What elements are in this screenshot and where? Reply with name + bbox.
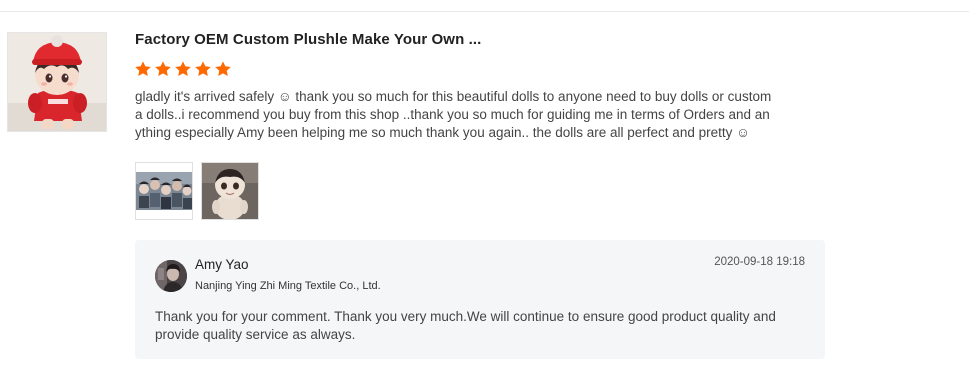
rating-stars xyxy=(134,60,232,78)
review-photo-2[interactable] xyxy=(201,162,259,220)
seller-company: Nanjing Ying Zhi Ming Textile Co., Ltd. xyxy=(195,280,381,292)
product-thumbnail[interactable] xyxy=(7,32,107,132)
reply-text: Thank you for your comment. Thank you ve… xyxy=(155,308,805,344)
seller-name: Amy Yao xyxy=(195,257,249,272)
single-doll-photo xyxy=(202,163,258,219)
review-photo-1[interactable] xyxy=(135,162,193,220)
review-item: Factory OEM Custom Plushle Make Your Own… xyxy=(0,0,969,368)
seller-reply: Amy Yao Nanjing Ying Zhi Ming Textile Co… xyxy=(135,240,825,359)
seller-avatar-image xyxy=(155,260,187,292)
review-text-line: a dolls..i recommend you buy from this s… xyxy=(135,107,770,122)
star-icon xyxy=(195,61,211,77)
review-photos xyxy=(135,162,259,220)
star-icon xyxy=(215,61,231,77)
star-icon xyxy=(175,61,191,77)
star-icon xyxy=(155,61,171,77)
review-text: gladly it's arrived safely ☺ thank you s… xyxy=(135,88,795,142)
group-dolls-photo xyxy=(136,163,192,219)
plush-doll-image xyxy=(8,33,106,131)
star-icon xyxy=(135,61,151,77)
review-text-line: gladly it's arrived safely ☺ thank you s… xyxy=(135,89,772,104)
reply-text-line: provide quality service as always. xyxy=(155,327,356,342)
avatar xyxy=(155,260,187,292)
reply-date: 2020-09-18 19:18 xyxy=(714,256,805,268)
review-text-line: ything especially Amy been helping me so… xyxy=(135,125,750,140)
reply-text-line: Thank you for your comment. Thank you ve… xyxy=(155,309,776,324)
product-title[interactable]: Factory OEM Custom Plushle Make Your Own… xyxy=(135,31,481,48)
